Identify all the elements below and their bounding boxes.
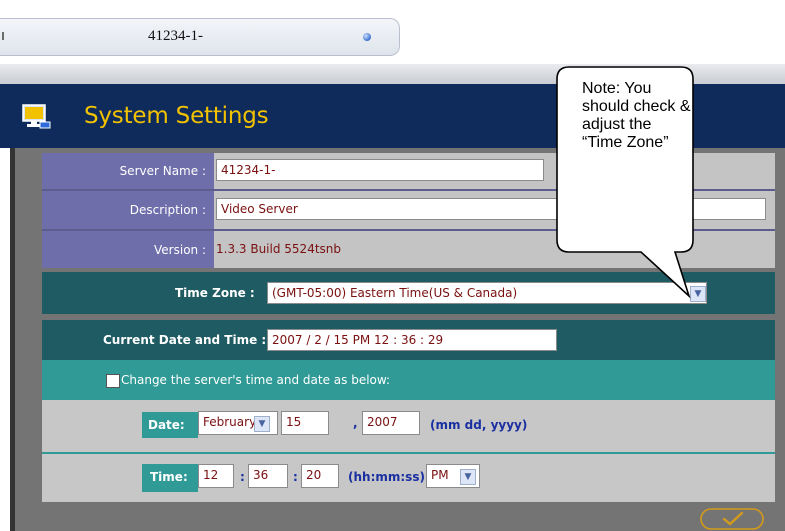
change-time-checkbox[interactable] [106, 374, 120, 388]
time-label: Time: [150, 470, 188, 484]
time-format-hint: (hh:mm:ss) [348, 470, 425, 484]
current-date-label: Current Date and Time : [103, 333, 267, 347]
date-comma: , [353, 416, 358, 430]
apply-button[interactable] [700, 508, 764, 530]
time-zone-label: Time Zone : [175, 286, 255, 300]
panel-left-border [10, 148, 15, 531]
month-value: February [203, 415, 257, 429]
change-time-section: Change the server's time and date as bel… [42, 360, 775, 502]
time-separator: : [240, 470, 245, 484]
date-format-hint: (mm dd, yyyy) [430, 418, 528, 432]
hour-input[interactable]: 12 [198, 464, 234, 488]
note-callout-text: Note: You should check & adjust the “Tim… [582, 80, 691, 151]
checkmark-icon [722, 511, 744, 526]
minute-input[interactable]: 36 [248, 464, 288, 488]
version-value: 1.3.3 Build 5524tsnb [216, 242, 342, 256]
tab-edge-mark [2, 32, 4, 40]
day-input[interactable]: 15 [281, 411, 329, 435]
time-zone-value: (GMT-05:00) Eastern Time(US & Canada) [272, 286, 518, 300]
time-separator: : [293, 470, 298, 484]
server-tab[interactable]: 41234-1- [0, 18, 400, 56]
server-name-label: Server Name : [42, 153, 214, 189]
second-input[interactable]: 20 [301, 464, 339, 488]
page-title: System Settings [84, 103, 269, 129]
server-name-input[interactable]: 41234-1- [216, 159, 544, 181]
chevron-down-icon[interactable]: ▼ [254, 416, 270, 432]
computer-settings-icon [22, 104, 51, 129]
current-date-field: 2007 / 2 / 15 PM 12 : 36 : 29 [267, 329, 557, 351]
description-label: Description : [42, 191, 214, 229]
date-label: Date: [148, 418, 185, 432]
version-label: Version : [42, 231, 214, 268]
server-tab-title: 41234-1- [148, 28, 203, 44]
chevron-down-icon[interactable]: ▼ [460, 469, 476, 485]
ampm-value: PM [431, 468, 449, 482]
change-time-label: Change the server's time and date as bel… [121, 373, 391, 387]
current-date-row: Current Date and Time : 2007 / 2 / 15 PM… [42, 320, 775, 360]
status-dot-icon [363, 33, 371, 41]
year-input[interactable]: 2007 [362, 411, 420, 435]
